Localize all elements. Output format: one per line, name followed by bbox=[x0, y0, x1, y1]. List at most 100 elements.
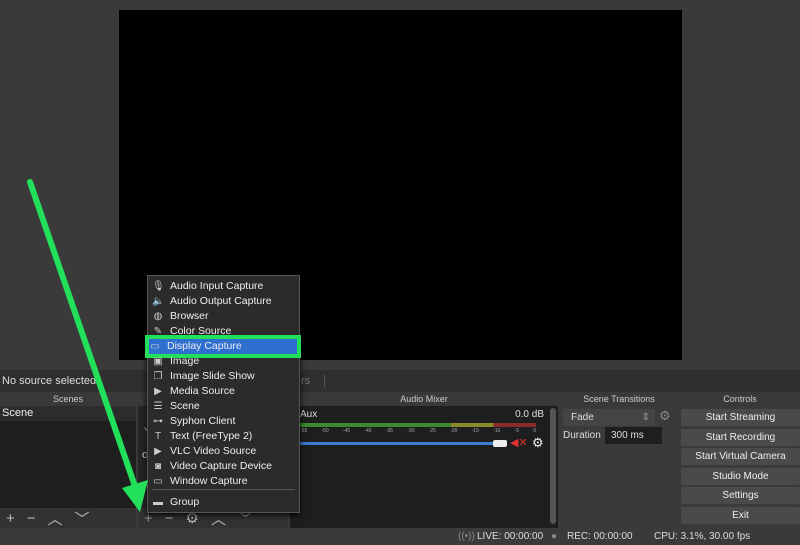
meter-tick: -10 bbox=[493, 428, 501, 434]
menu-item-browser[interactable]: ◍ Browser bbox=[152, 309, 297, 324]
duration-input[interactable]: 300 ms bbox=[605, 427, 662, 444]
menu-item-label: Text (FreeType 2) bbox=[170, 430, 253, 442]
play-icon: ▶ bbox=[154, 386, 162, 397]
meter-tick: -40 bbox=[364, 428, 372, 434]
scenes-toolbar: + − ︿ ﹀ bbox=[0, 508, 136, 528]
menu-item-image[interactable]: ▣ Image bbox=[152, 354, 297, 369]
no-source-label: No source selected bbox=[2, 375, 97, 387]
remove-scene-button[interactable]: − bbox=[27, 510, 36, 527]
transitions-title: Scene Transitions bbox=[583, 394, 655, 404]
menu-item-label: Window Capture bbox=[170, 475, 248, 487]
source-bar: No source selected ers bbox=[0, 370, 800, 392]
settings-button[interactable]: Settings bbox=[681, 487, 800, 504]
status-bar: ((•)) LIVE: 00:00:00 ● REC: 00:00:00 CPU… bbox=[0, 528, 800, 545]
meter-tick: -30 bbox=[407, 428, 415, 434]
menu-item-label: Image Slide Show bbox=[170, 370, 255, 382]
menu-item-vlc-video-source[interactable]: ▶ VLC Video Source bbox=[152, 444, 297, 459]
move-up-button[interactable]: ︿ bbox=[48, 508, 63, 529]
mixer-settings-icon[interactable]: ⚙ bbox=[532, 435, 544, 451]
play-icon: ▶ bbox=[154, 446, 162, 457]
menu-item-color-source[interactable]: ✎ Color Source bbox=[152, 324, 297, 339]
scenes-list: Scene bbox=[0, 406, 136, 508]
menu-item-label: Display Capture bbox=[167, 340, 242, 352]
live-time: LIVE: 00:00:00 bbox=[477, 531, 544, 542]
meter-tick: -35 bbox=[385, 428, 394, 434]
transition-settings-icon[interactable]: ⚙ bbox=[659, 408, 671, 424]
scene-item[interactable]: Scene bbox=[0, 406, 136, 421]
list-icon: ☰ bbox=[153, 401, 163, 412]
meter-tick: -55 bbox=[300, 428, 308, 434]
menu-item-window-capture[interactable]: ▭ Window Capture bbox=[152, 474, 297, 489]
channel-level: 0.0 dB bbox=[515, 409, 544, 420]
text-icon: T bbox=[154, 431, 162, 442]
menu-item-label: Audio Input Capture bbox=[170, 280, 264, 292]
channel-name: Aux bbox=[300, 409, 318, 420]
scenes-header: Scenes bbox=[0, 392, 136, 406]
transition-select[interactable]: Fade ⇕ bbox=[563, 409, 655, 426]
menu-item-audio-input-capture[interactable]: 🎙 Audio Input Capture bbox=[152, 279, 297, 294]
add-scene-button[interactable]: + bbox=[6, 510, 15, 527]
rec-time: REC: 00:00:00 bbox=[567, 531, 633, 542]
muted-speaker-icon[interactable]: ◀✕ bbox=[510, 436, 528, 449]
menu-item-text-freetype-2-[interactable]: T Text (FreeType 2) bbox=[152, 429, 297, 444]
duration-label: Duration bbox=[563, 430, 601, 441]
controls-header: Controls bbox=[680, 392, 800, 406]
menu-item-display-capture[interactable]: ▭ Display Capture bbox=[145, 335, 301, 358]
menu-item-label: Scene bbox=[170, 400, 200, 412]
menu-item-label: Video Capture Device bbox=[170, 460, 272, 472]
studio-mode-button[interactable]: Studio Mode bbox=[681, 467, 800, 485]
menu-item-label: Color Source bbox=[170, 325, 232, 337]
meter-tick: -50 bbox=[321, 428, 329, 434]
menu-item-media-source[interactable]: ▶ Media Source bbox=[152, 384, 297, 399]
scenes-title: Scenes bbox=[52, 394, 84, 404]
meter-tick: -45 bbox=[342, 428, 351, 434]
move-down-button[interactable]: ﹀ bbox=[75, 508, 90, 529]
globe-icon: ◍ bbox=[153, 311, 163, 322]
menu-item-group[interactable]: ▬ Group bbox=[152, 495, 297, 510]
brush-icon: ✎ bbox=[153, 326, 163, 337]
live-icon: ((•)) bbox=[458, 531, 475, 542]
menu-item-label: Image bbox=[170, 355, 200, 367]
speaker-icon: 🔈 bbox=[152, 296, 165, 307]
menu-item-audio-output-capture[interactable]: 🔈 Audio Output Capture bbox=[152, 294, 297, 309]
menu-item-label: Group bbox=[170, 496, 200, 508]
audio-mixer-header: Audio Mixer bbox=[290, 392, 558, 406]
monitor-icon: ▭ bbox=[150, 341, 160, 352]
folder-icon: ▬ bbox=[153, 497, 163, 508]
meter-tick: -15 bbox=[471, 428, 479, 434]
menu-item-label: Media Source bbox=[170, 385, 235, 397]
volume-slider[interactable] bbox=[300, 442, 500, 445]
meter-ticks: -55 -50 -45 -40 -35 -30 -25 -20 -15 -10 -5 0 bbox=[300, 428, 536, 436]
start-virtual-camera-button[interactable]: Start Virtual Camera bbox=[681, 448, 800, 465]
cpu-usage: CPU: 3.1%, 30.00 fps bbox=[654, 531, 751, 542]
menu-item-label: Browser bbox=[170, 310, 209, 322]
window-icon: ▭ bbox=[153, 476, 163, 487]
slideshow-icon: ❐ bbox=[153, 371, 163, 382]
mixer-scrollbar[interactable] bbox=[550, 408, 556, 524]
transition-type: Fade bbox=[571, 412, 594, 423]
controls-title: Controls bbox=[723, 394, 757, 404]
volume-meter bbox=[300, 423, 536, 427]
meter-tick: -20 bbox=[450, 428, 458, 434]
syphon-icon: ⊶ bbox=[153, 416, 163, 427]
exit-button[interactable]: Exit bbox=[681, 506, 800, 524]
menu-item-label: VLC Video Source bbox=[170, 445, 257, 457]
menu-item-scene[interactable]: ☰ Scene bbox=[152, 399, 297, 414]
add-source-menu: 🎙 Audio Input Capture 🔈 Audio Output Captur… bbox=[145, 275, 301, 513]
start-streaming-button[interactable]: Start Streaming bbox=[681, 409, 800, 426]
microphone-icon: 🎙 bbox=[152, 281, 165, 292]
rec-icon: ● bbox=[551, 531, 558, 542]
menu-separator bbox=[152, 489, 295, 490]
menu-item-syphon-client[interactable]: ⊶ Syphon Client bbox=[152, 414, 297, 429]
volume-slider-handle[interactable] bbox=[493, 440, 507, 447]
meter-tick: -25 bbox=[428, 428, 436, 434]
audio-mixer-title: Audio Mixer bbox=[400, 394, 448, 404]
menu-item-image-slide-show[interactable]: ❐ Image Slide Show bbox=[152, 369, 297, 384]
start-recording-button[interactable]: Start Recording bbox=[681, 428, 800, 446]
menu-item-label: Audio Output Capture bbox=[170, 295, 272, 307]
meter-tick: -5 bbox=[514, 428, 519, 434]
menu-item-video-capture-device[interactable]: ◙ Video Capture Device bbox=[152, 459, 297, 474]
transitions-header: Scene Transitions bbox=[560, 392, 678, 406]
menu-item-label: Syphon Client bbox=[170, 415, 236, 427]
camera-icon: ◙ bbox=[154, 461, 162, 472]
